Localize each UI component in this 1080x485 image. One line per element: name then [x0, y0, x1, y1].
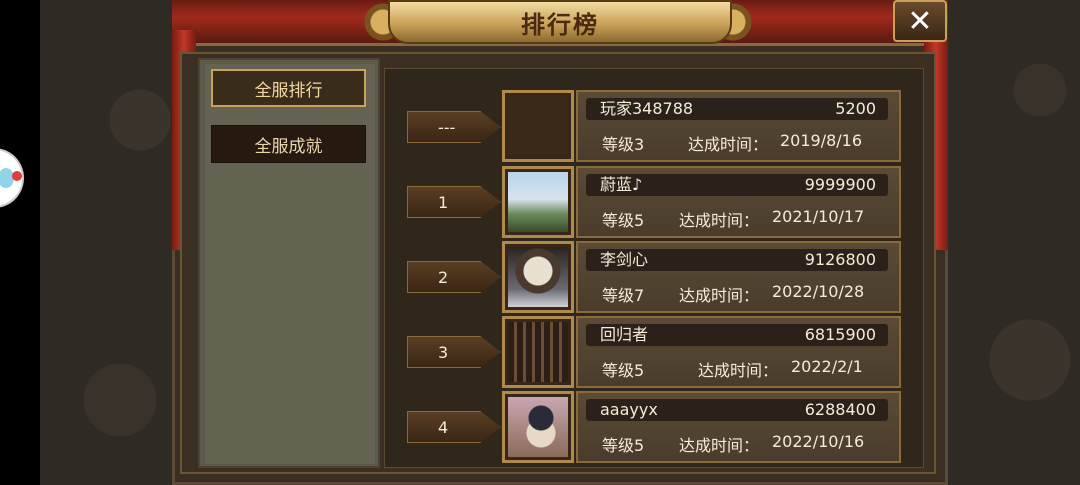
- player-level: 等级5: [602, 436, 645, 455]
- sidebar-inner: [205, 64, 375, 464]
- screen-edge: [0, 0, 40, 485]
- name-bar: 回归者 6815900: [586, 324, 888, 346]
- achieve-time: 2022/10/28: [772, 282, 865, 301]
- avatar[interactable]: [502, 166, 574, 238]
- close-button[interactable]: ✕: [893, 0, 947, 42]
- list-item[interactable]: 李剑心 9126800 等级7 达成时间： 2022/10/28: [576, 241, 901, 313]
- page-title: 排行榜: [521, 10, 599, 39]
- avatar[interactable]: [502, 90, 574, 162]
- player-score: 9126800: [804, 250, 876, 269]
- achieve-time-label: 达成时间：: [688, 135, 769, 154]
- achieve-time: 2022/10/16: [772, 432, 865, 451]
- list-item[interactable]: aaayyx 6288400 等级5 达成时间： 2022/10/16: [576, 391, 901, 463]
- list-item[interactable]: 回归者 6815900 等级5 达成时间： 2022/2/1: [576, 316, 901, 388]
- player-level: 等级3: [602, 135, 645, 154]
- avatar[interactable]: [502, 241, 574, 313]
- sky-tower-avatar-icon: [508, 172, 568, 232]
- warrior-avatar-icon: [508, 247, 568, 307]
- achieve-time-label: 达成时间：: [679, 436, 760, 455]
- player-score: 5200: [835, 99, 876, 118]
- name-bar: aaayyx 6288400: [586, 399, 888, 421]
- player-name: aaayyx: [600, 400, 658, 419]
- list-item[interactable]: 玩家348788 5200 等级3 达成时间： 2019/8/16: [576, 90, 901, 162]
- avatar[interactable]: [502, 391, 574, 463]
- player-score: 9999900: [804, 175, 876, 194]
- name-bar: 蔚蓝♪ 9999900: [586, 174, 888, 196]
- hall-avatar-icon: [508, 322, 568, 382]
- player-score: 6815900: [804, 325, 876, 344]
- player-score: 6288400: [804, 400, 876, 419]
- achieve-time: 2021/10/17: [772, 207, 865, 226]
- player-level: 等级5: [602, 361, 645, 380]
- avatar[interactable]: [502, 316, 574, 388]
- achieve-time-label: 达成时间：: [679, 286, 760, 305]
- tab-server-ranking[interactable]: 全服排行: [211, 69, 366, 107]
- player-level: 等级5: [602, 211, 645, 230]
- name-bar: 玩家348788 5200: [586, 98, 888, 120]
- player-level: 等级7: [602, 286, 645, 305]
- player-name: 玩家348788: [600, 99, 694, 118]
- tab-server-achievement[interactable]: 全服成就: [211, 125, 366, 163]
- player-name: 李剑心: [600, 250, 649, 269]
- list-item[interactable]: 蔚蓝♪ 9999900 等级5 达成时间： 2021/10/17: [576, 166, 901, 238]
- notification-dot-icon: [12, 171, 22, 181]
- player-name: 蔚蓝♪: [600, 175, 643, 194]
- title-plate: 排行榜: [388, 0, 732, 44]
- achieve-time-label: 达成时间：: [679, 211, 760, 230]
- player-name: 回归者: [600, 325, 649, 344]
- achieve-time-label: 达成时间：: [698, 361, 779, 380]
- achieve-time: 2022/2/1: [791, 357, 863, 376]
- anime-avatar-icon: [508, 397, 568, 457]
- empty-avatar-icon: [508, 96, 568, 156]
- achieve-time: 2019/8/16: [780, 131, 863, 150]
- name-bar: 李剑心 9126800: [586, 249, 888, 271]
